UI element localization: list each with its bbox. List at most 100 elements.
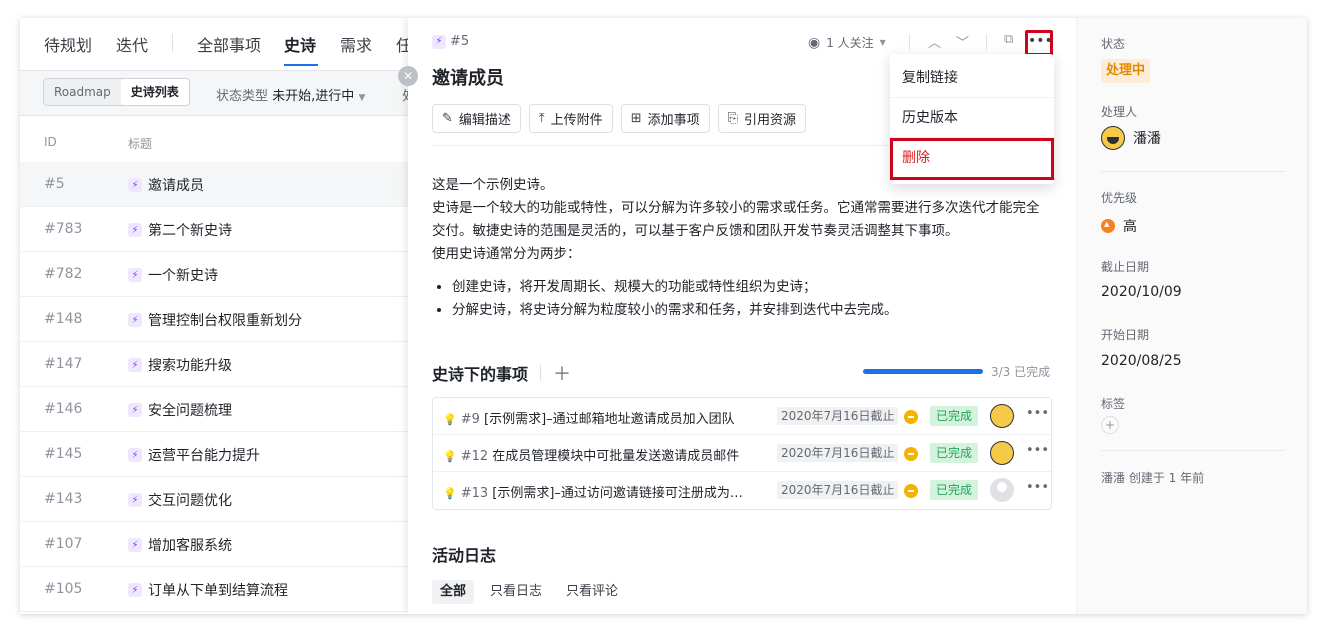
chevron-down-icon[interactable]: ﹀: [956, 32, 969, 51]
more-icon[interactable]: •••: [1026, 406, 1049, 421]
sub-item-row[interactable]: 💡 #9 [示例需求]–通过邮箱地址邀请成员加入团队 2020年7月16日截止 已完成…: [433, 398, 1051, 435]
sub-item-title-text: 在成员管理模块中可批量发送邀请成员邮件: [492, 449, 740, 464]
activity-tab-all[interactable]: 全部: [432, 580, 475, 604]
epic-icon: ⚡: [128, 493, 142, 507]
row-title-text: 第二个新史诗: [148, 223, 232, 239]
assignee-name: 潘潘: [1133, 131, 1161, 147]
add-tag-button[interactable]: +: [1101, 416, 1119, 434]
priority-medium-icon[interactable]: [904, 484, 918, 498]
sub-item-title[interactable]: 💡 #13 [示例需求]–通过访问邀请链接可注册成为…: [443, 482, 773, 501]
row-title-text: 订单从下单到结算流程: [148, 583, 288, 599]
column-header-title[interactable]: 标题: [128, 135, 152, 152]
epic-detail-drawer: ⚡ #5 ◉ 1 人关注 ▼ ︿ ﹀ ⧉ ••• 邀请成员 ✎ 编辑描述 ⤒ 上…: [408, 18, 1307, 614]
tab-epic[interactable]: 史诗: [284, 32, 316, 56]
priority-medium-icon[interactable]: [904, 410, 918, 424]
sub-item-title[interactable]: 💡 #9 [示例需求]–通过邮箱地址邀请成员加入团队: [443, 408, 773, 427]
sub-item-status-badge[interactable]: 已完成: [930, 406, 979, 426]
epic-id-header: ⚡ #5: [432, 34, 469, 49]
upload-attachment-button[interactable]: ⤒ 上传附件: [528, 104, 613, 133]
table-row[interactable]: #105 ⚡ 订单从下单到结算流程: [20, 567, 408, 612]
description-line: 使用史诗通常分为两步：: [432, 246, 581, 262]
due-date-value[interactable]: 2020/10/09: [1101, 284, 1182, 300]
sub-item-status-badge[interactable]: 已完成: [930, 443, 979, 463]
activity-tab-comments[interactable]: 只看评论: [558, 580, 626, 604]
lightbulb-icon: 💡: [443, 487, 457, 500]
add-item-label: 添加事项: [647, 113, 700, 128]
column-header-id[interactable]: ID: [44, 135, 57, 149]
open-new-window-icon[interactable]: ⧉: [1004, 32, 1013, 47]
watch-button[interactable]: ◉ 1 人关注 ▼: [808, 34, 886, 51]
active-tab-underline: [284, 64, 318, 66]
activity-tab-logs[interactable]: 只看日志: [482, 580, 550, 604]
sub-item-row[interactable]: 💡 #13 [示例需求]–通过访问邀请链接可注册成为… 2020年7月16日截止 已完…: [433, 472, 1051, 509]
row-id: #147: [44, 356, 83, 372]
close-drawer-icon[interactable]: ✕: [398, 66, 418, 86]
tab-task[interactable]: 任: [396, 32, 408, 56]
detail-sidebar: 状态 处理中 处理人 潘潘 优先级 高 截止日期 2020/10/09 开始日期…: [1076, 18, 1307, 614]
row-title-text: 一个新史诗: [148, 268, 218, 284]
epic-icon: ⚡: [128, 358, 142, 372]
table-row[interactable]: #5 ⚡ 邀请成员: [20, 162, 408, 207]
tab-all-items[interactable]: 全部事项: [197, 32, 261, 56]
tab-requirement[interactable]: 需求: [340, 32, 372, 56]
table-row[interactable]: #147 ⚡ 搜索功能升级: [20, 342, 408, 387]
reference-resource-label: 引用资源: [744, 113, 797, 128]
avatar[interactable]: [990, 441, 1014, 465]
row-title: ⚡ 管理控制台权限重新划分: [128, 310, 302, 330]
progress-bar: [863, 369, 983, 374]
row-title: ⚡ 安全问题梳理: [128, 400, 232, 420]
assignee-field[interactable]: 潘潘: [1101, 126, 1161, 150]
more-icon[interactable]: •••: [1026, 443, 1049, 458]
sub-item-title-text: [示例需求]–通过访问邀请链接可注册成为…: [492, 486, 743, 501]
more-actions-menu: 复制链接 历史版本 删除: [890, 54, 1054, 184]
table-row[interactable]: #782 ⚡ 一个新史诗: [20, 252, 408, 297]
tab-backlog[interactable]: 待规划: [44, 32, 92, 56]
roadmap-view-button[interactable]: Roadmap: [44, 79, 121, 105]
sub-item-status-badge[interactable]: 已完成: [930, 480, 979, 500]
menu-item-history[interactable]: 历史版本: [890, 98, 1054, 138]
description-list: 创建史诗，将开发周期长、规模大的功能或特性组织为史诗； 分解史诗，将史诗分解为粒…: [432, 276, 1052, 322]
table-row[interactable]: #107 ⚡ 增加客服系统: [20, 522, 408, 567]
sub-items-header: 史诗下的事项 ＋: [432, 360, 571, 386]
sub-item-due[interactable]: 2020年7月16日截止: [777, 407, 899, 425]
row-id: #143: [44, 491, 83, 507]
description-bullet: 创建史诗，将开发周期长、规模大的功能或特性组织为史诗；: [452, 276, 1052, 299]
chevron-up-icon[interactable]: ︿: [928, 32, 941, 51]
priority-medium-icon[interactable]: [904, 447, 918, 461]
edit-description-label: 编辑描述: [458, 113, 511, 128]
avatar[interactable]: [990, 478, 1014, 502]
menu-item-delete[interactable]: 删除: [890, 138, 1054, 180]
row-id: #107: [44, 536, 83, 552]
table-row[interactable]: #145 ⚡ 运营平台能力提升: [20, 432, 408, 477]
more-icon[interactable]: •••: [1026, 480, 1049, 495]
epic-icon: ⚡: [128, 313, 142, 327]
priority-field[interactable]: 高: [1101, 216, 1137, 236]
table-row[interactable]: #783 ⚡ 第二个新史诗: [20, 207, 408, 252]
status-type-filter-value: 未开始,进行中: [272, 89, 355, 104]
menu-item-copy-link[interactable]: 复制链接: [890, 58, 1054, 98]
add-sub-item-icon[interactable]: ＋: [553, 360, 571, 386]
priority-high-icon: [1101, 219, 1115, 233]
add-item-button[interactable]: ⊞ 添加事项: [620, 104, 710, 133]
epic-title[interactable]: 邀请成员: [432, 64, 504, 90]
link-icon: ⎘: [727, 111, 739, 126]
edit-description-button[interactable]: ✎ 编辑描述: [432, 104, 521, 133]
sub-item-due[interactable]: 2020年7月16日截止: [777, 481, 899, 499]
table-row[interactable]: #148 ⚡ 管理控制台权限重新划分: [20, 297, 408, 342]
avatar[interactable]: [990, 404, 1014, 428]
reference-resource-button[interactable]: ⎘ 引用资源: [717, 104, 807, 133]
sub-item-due[interactable]: 2020年7月16日截止: [777, 444, 899, 462]
epic-description[interactable]: 这是一个示例史诗。 史诗是一个较大的功能或特性，可以分解为许多较小的需求或任务。…: [432, 174, 1052, 322]
table-row[interactable]: #146 ⚡ 安全问题梳理: [20, 387, 408, 432]
table-row[interactable]: #143 ⚡ 交互问题优化: [20, 477, 408, 522]
status-type-filter[interactable]: 状态类型 未开始,进行中 ▼: [216, 85, 365, 104]
epic-list-view-button[interactable]: 史诗列表: [120, 79, 189, 105]
tab-iteration[interactable]: 迭代: [116, 32, 148, 56]
creator-info: 潘潘 创建于 1 年前: [1101, 471, 1205, 485]
more-actions-button[interactable]: •••: [1025, 30, 1053, 56]
sub-item-row[interactable]: 💡 #12 在成员管理模块中可批量发送邀请成员邮件 2020年7月16日截止 已完成 •…: [433, 435, 1051, 472]
divider: [1101, 450, 1285, 451]
status-badge[interactable]: 处理中: [1101, 59, 1151, 83]
sub-item-title[interactable]: 💡 #12 在成员管理模块中可批量发送邀请成员邮件: [443, 445, 773, 464]
start-date-value[interactable]: 2020/08/25: [1101, 353, 1182, 369]
